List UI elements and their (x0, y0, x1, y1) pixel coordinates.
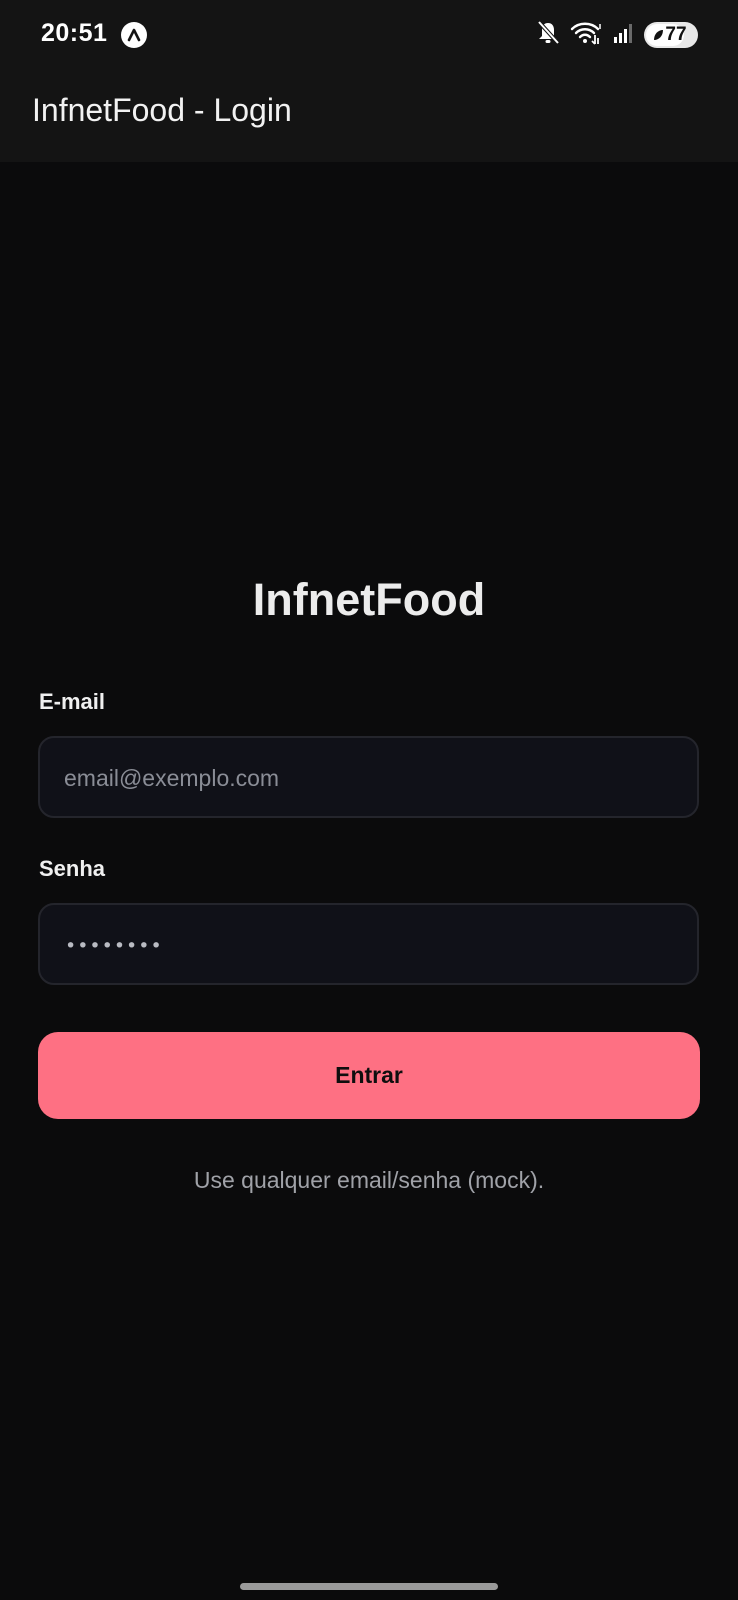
login-button[interactable]: Entrar (38, 1032, 700, 1119)
signal-icon (612, 21, 634, 50)
email-placeholder: email@exemplo.com (64, 765, 280, 791)
password-value: •••••••• (65, 935, 163, 957)
battery-icon: 77 (644, 22, 698, 48)
mock-hint: Use qualquer email/senha (mock). (193, 1167, 545, 1193)
email-label: E-mail (39, 689, 106, 714)
a-notification-icon (121, 22, 147, 48)
login-button-label: Entrar (335, 1062, 403, 1088)
app-bar-title: InfnetFood - Login (32, 92, 292, 128)
wifi-icon (570, 20, 602, 51)
login-screen: 20:51 77 InfnetFood - Login InfnetFood E… (0, 0, 738, 1600)
status-bar: 20:51 77 (0, 0, 738, 70)
password-field[interactable]: •••••••• (38, 903, 699, 985)
password-label: Senha (39, 856, 106, 881)
home-indicator[interactable] (240, 1583, 498, 1590)
battery-level: 77 (665, 24, 687, 45)
brand-title: InfnetFood (252, 574, 486, 625)
status-icons: 77 (536, 20, 698, 50)
status-time: 20:51 (41, 19, 108, 47)
app-bar: InfnetFood - Login (0, 70, 738, 162)
email-field[interactable]: email@exemplo.com (38, 736, 699, 818)
mute-icon (536, 20, 560, 51)
